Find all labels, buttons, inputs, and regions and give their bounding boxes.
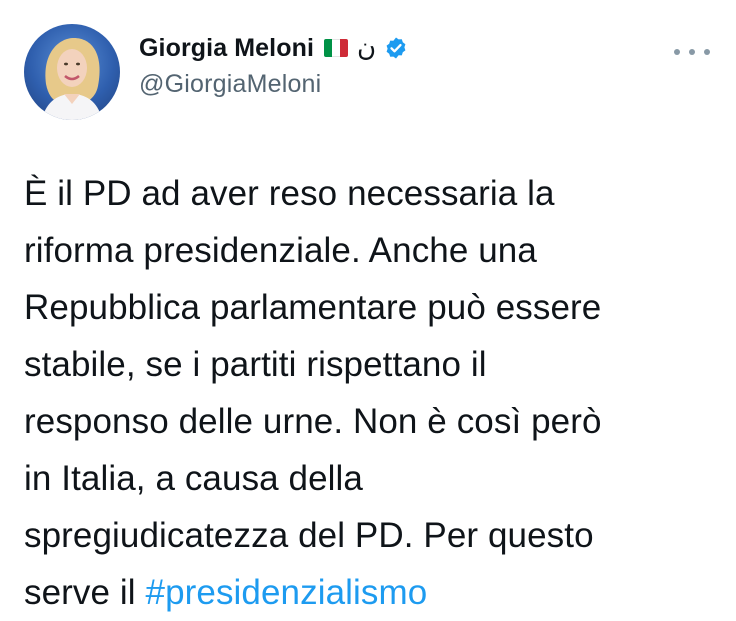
- tweet-card: Giorgia Meloni ن @GiorgiaMeloni È il PD …: [0, 0, 736, 612]
- verified-badge-icon: [386, 37, 406, 59]
- tweet-line: riforma presidenziale. Anche una: [24, 231, 537, 270]
- author-block: Giorgia Meloni ن @GiorgiaMeloni: [139, 30, 408, 99]
- tweet-line: in Italia, a causa della: [24, 459, 364, 498]
- tweet-line-last: serve il #presidenzialismo: [24, 564, 714, 621]
- tweet-line: È il PD ad aver reso necessaria la: [24, 174, 555, 213]
- tweet-line: spregiudicatezza del PD. Per questo: [24, 516, 594, 555]
- tweet-line: responso delle urne. Non è così però: [24, 402, 602, 441]
- tweet-line: Repubblica parlamentare può essere: [24, 288, 602, 327]
- avatar-image: [42, 38, 102, 120]
- italy-flag-icon: [324, 39, 349, 57]
- handle[interactable]: @GiorgiaMeloni: [139, 70, 408, 99]
- display-name[interactable]: Giorgia Meloni: [139, 34, 314, 63]
- tweet-line-prefix: serve il: [24, 573, 146, 612]
- more-options-icon[interactable]: [674, 42, 710, 62]
- tweet-line: stabile, se i partiti rispettano il: [24, 345, 487, 384]
- arabic-nun-symbol: ن: [357, 33, 377, 63]
- name-row: Giorgia Meloni ن: [139, 30, 408, 66]
- tweet-text: È il PD ad aver reso necessaria la rifor…: [24, 165, 714, 621]
- hashtag-link[interactable]: #presidenzialismo: [146, 573, 428, 612]
- avatar[interactable]: [24, 24, 120, 120]
